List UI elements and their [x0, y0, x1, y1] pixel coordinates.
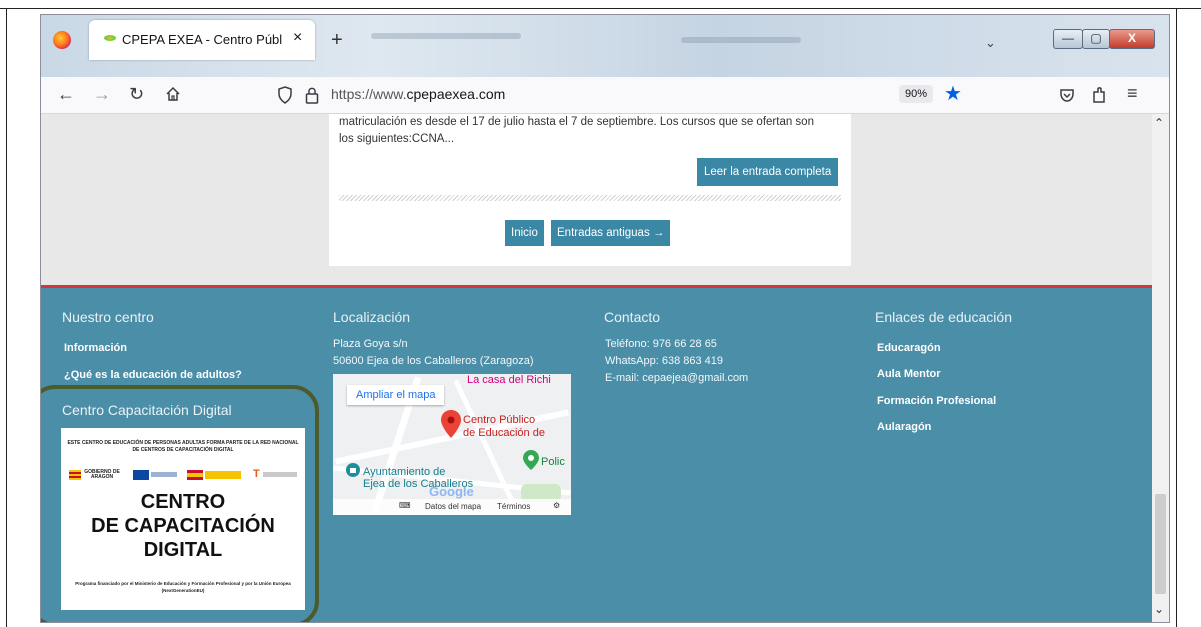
screenshot-border-top — [0, 8, 1201, 9]
blurred-background-text — [681, 37, 801, 43]
map-place-centro-publico-line-1: Centro Público — [463, 414, 536, 426]
read-more-button[interactable]: Leer la entrada completa — [697, 158, 839, 186]
scroll-down-arrow-icon[interactable]: ⌄ — [1154, 602, 1164, 616]
town-hall-pin-icon[interactable] — [345, 462, 361, 478]
map-pin-icon[interactable] — [441, 410, 461, 438]
minimize-button[interactable]: — — [1053, 29, 1083, 49]
footer-title-contacto: Contacto — [604, 309, 661, 325]
chevron-down-icon[interactable]: ⌄ — [985, 35, 996, 51]
badge-title-line-1: CENTRO — [140, 491, 226, 513]
address-line-1: Plaza Goya s/n — [333, 338, 408, 350]
eu-flag-icon — [133, 470, 149, 480]
map-place-centro-publico: Centro Público de Educación de — [463, 414, 545, 440]
web-page: matriculación es desde el 17 de julio ha… — [41, 114, 1152, 622]
address-bar-url[interactable]: https://www.cpepaexea.com — [331, 86, 505, 102]
new-tab-button[interactable]: + — [331, 29, 343, 52]
embedded-map[interactable]: La casa del Richi Ampliar el mapa Centro… — [333, 374, 571, 515]
map-data-link[interactable]: Datos del mapa — [425, 502, 481, 511]
transformacion-logo-icon: T — [253, 468, 260, 480]
footer-link-aularagon[interactable]: Aularagón — [877, 421, 931, 433]
contact-phone: Teléfono: 976 66 28 65 — [605, 338, 717, 350]
footer-link-educaragon[interactable]: Educaragón — [877, 342, 941, 354]
footer-title-localizacion: Localización — [333, 309, 411, 325]
map-settings-icon[interactable]: ⚙ — [553, 501, 560, 510]
badge-title-line-3: DIGITAL — [143, 539, 223, 561]
zoom-level-badge[interactable]: 90% — [899, 85, 933, 103]
browser-tab[interactable]: CPEPA EXEA - Centro Público de × — [89, 20, 315, 60]
scrollbar-thumb[interactable] — [1155, 494, 1166, 594]
shield-icon[interactable] — [277, 86, 293, 104]
extensions-icon[interactable] — [1091, 86, 1107, 104]
browser-window: CPEPA EXEA - Centro Público de × + ⌄ — ▢… — [40, 14, 1170, 623]
map-attribution-bar: ⌨ Datos del mapa Términos ⚙ — [333, 499, 571, 515]
map-terms-link[interactable]: Términos — [497, 502, 530, 511]
navigation-toolbar: ← → ↻ https://www.cpepaexea.com 90% ★ ≡ — [41, 77, 1169, 114]
hamburger-menu-icon[interactable]: ≡ — [1127, 83, 1138, 104]
back-arrow-icon[interactable]: ← — [57, 84, 75, 105]
post-excerpt-line-2: los siguientes:CCNA... — [339, 133, 455, 145]
tab-title: CPEPA EXEA - Centro Público de — [122, 32, 282, 47]
post-divider — [339, 195, 841, 201]
spain-flag-icon — [187, 470, 203, 480]
bookmark-star-icon[interactable]: ★ — [944, 81, 962, 106]
site-footer: Nuestro centro Información ¿Qué es la ed… — [41, 285, 1152, 622]
footer-link-aula-mentor[interactable]: Aula Mentor — [877, 368, 941, 380]
close-tab-icon[interactable]: × — [293, 29, 302, 47]
reload-icon[interactable]: ↻ — [129, 84, 144, 105]
vertical-scrollbar[interactable]: ⌃ ⌄ — [1152, 114, 1169, 622]
aragon-flag-icon — [69, 470, 81, 480]
keyboard-icon[interactable]: ⌨ — [399, 501, 411, 510]
badge-title: CENTRO DE CAPACITACIÓN DIGITAL — [61, 490, 305, 562]
google-logo: Google — [429, 484, 474, 499]
contact-whatsapp: WhatsApp: 638 863 419 — [605, 355, 724, 367]
enlarge-map-button[interactable]: Ampliar el mapa — [347, 385, 445, 405]
pagination-home-button[interactable]: Inicio — [505, 220, 544, 246]
contact-email[interactable]: E-mail: cepaejea@gmail.com — [605, 370, 748, 387]
map-place-policia: Polic — [541, 456, 565, 468]
pocket-icon[interactable] — [1059, 87, 1075, 103]
footer-link-informacion[interactable]: Información — [64, 342, 127, 354]
lock-icon[interactable] — [305, 86, 319, 104]
badge-title-line-2: DE CAPACITACIÓN — [91, 515, 275, 537]
screenshot-border-left — [6, 8, 7, 627]
footer-title-nuestro-centro: Nuestro centro — [62, 309, 154, 325]
badge-top-text: ESTE CENTRO DE EDUCACIÓN DE PERSONAS ADU… — [67, 440, 299, 453]
url-domain: cpepaexea.com — [406, 86, 506, 102]
police-pin-icon[interactable] — [523, 450, 539, 470]
blurred-background-text — [371, 33, 521, 39]
maximize-button[interactable]: ▢ — [1082, 29, 1110, 49]
scroll-up-arrow-icon[interactable]: ⌃ — [1154, 116, 1164, 130]
map-place-centro-publico-line-2: de Educación de — [463, 427, 545, 439]
post-excerpt: matriculación es desde el 17 de julio ha… — [339, 114, 844, 148]
site-favicon-icon — [104, 35, 116, 41]
blog-post-card: matriculación es desde el 17 de julio ha… — [329, 114, 851, 266]
footer-title-enlaces-educacion: Enlaces de educación — [875, 309, 1012, 325]
capacitacion-digital-badge[interactable]: ESTE CENTRO DE EDUCACIÓN DE PERSONAS ADU… — [61, 428, 305, 610]
title-bar: CPEPA EXEA - Centro Público de × + ⌄ — ▢… — [41, 15, 1169, 77]
url-prefix: https://www. — [331, 86, 407, 102]
eu-funding-text-graphic — [151, 472, 177, 477]
ministry-logo-graphic — [205, 471, 241, 479]
plan-recuperacion-text-graphic — [263, 472, 297, 477]
footer-link-educacion-adultos[interactable]: ¿Qué es la educación de adultos? — [64, 369, 242, 381]
badge-logos-row: GOBIERNO DE ARAGON T — [67, 468, 299, 482]
post-excerpt-line-1: matriculación es desde el 17 de julio ha… — [339, 116, 814, 128]
forward-arrow-icon[interactable]: → — [93, 84, 111, 105]
pagination-older-button[interactable]: Entradas antiguas → — [551, 220, 671, 246]
close-window-button[interactable]: X — [1109, 29, 1155, 49]
home-icon[interactable] — [165, 86, 181, 102]
map-place-ayuntamiento-line-1: Ayuntamiento de — [363, 466, 446, 478]
firefox-logo-icon[interactable] — [53, 31, 71, 49]
footer-link-formacion-profesional[interactable]: Formación Profesional — [877, 395, 996, 407]
screenshot-border-right — [1176, 8, 1177, 627]
map-place-la-casa-del-richi: La casa del Richi — [467, 374, 551, 386]
badge-bottom-text: Programa financiado por el Ministerio de… — [75, 581, 291, 593]
gobierno-aragon-logo: GOBIERNO DE ARAGON — [84, 469, 120, 480]
address-line-2: 50600 Ejea de los Caballeros (Zaragoza) — [333, 355, 534, 367]
